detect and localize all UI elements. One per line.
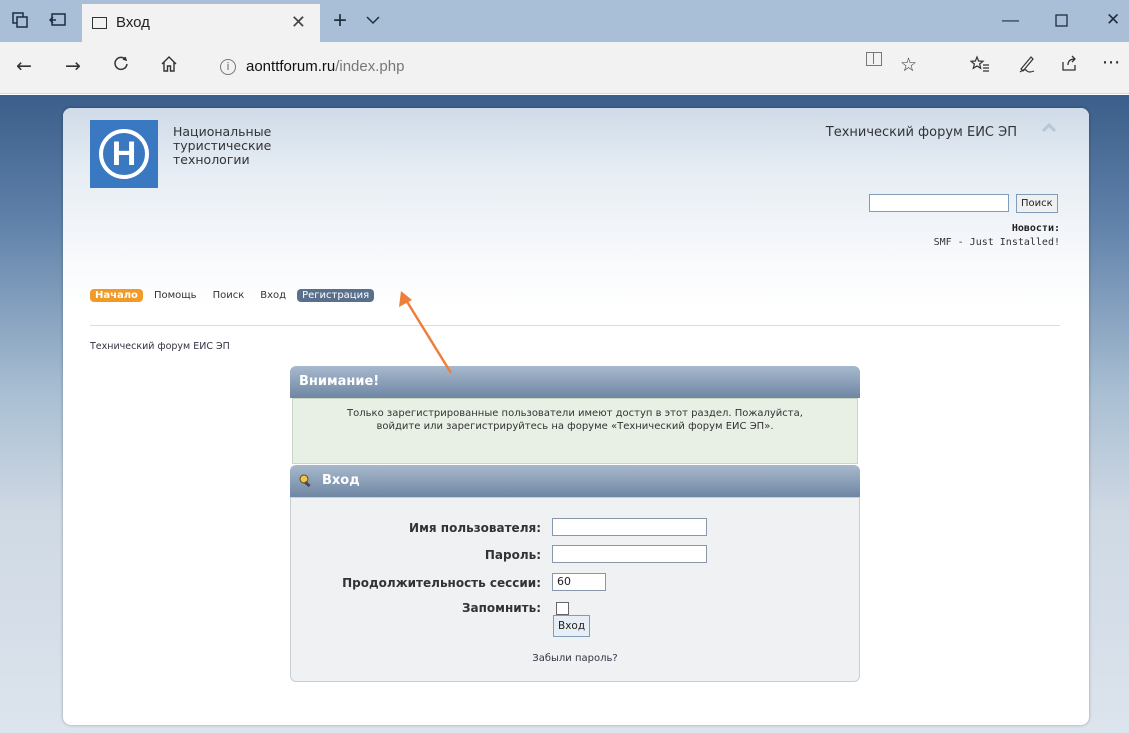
close-window-icon[interactable]: ✕ [1106, 10, 1120, 30]
url-text: aonttforum.ru/index.php [246, 58, 405, 75]
chevron-down-icon[interactable] [366, 10, 380, 29]
search-button[interactable]: Поиск [1016, 194, 1058, 213]
tab-actions-icon[interactable] [10, 12, 30, 30]
menu-item-register[interactable]: Регистрация [297, 289, 375, 302]
reading-view-icon[interactable] [866, 52, 882, 66]
notice-header: Внимание! [290, 366, 860, 398]
login-title: Вход [322, 473, 360, 488]
back-icon[interactable]: ← [16, 55, 32, 77]
session-length-input[interactable]: 60 [552, 573, 606, 591]
login-key-icon [299, 474, 311, 488]
login-header: Вход [290, 465, 860, 497]
password-input[interactable] [552, 545, 707, 563]
login-form: Имя пользователя: Пароль: Продолжительно… [290, 497, 860, 682]
favorite-star-icon[interactable]: ☆ [900, 54, 917, 76]
password-label: Пароль: [484, 548, 541, 562]
menu-item-search[interactable]: Поиск [208, 289, 250, 302]
org-name: Национальные туристические технологии [173, 124, 272, 167]
tab-active[interactable]: Вход ✕ [82, 4, 320, 42]
share-icon[interactable] [1060, 54, 1078, 77]
search-input[interactable] [869, 194, 1009, 212]
page-background: Н Национальные туристические технологии … [0, 95, 1129, 733]
menu-item-help[interactable]: Помощь [149, 289, 202, 302]
username-input[interactable] [552, 518, 707, 536]
address-bar[interactable]: i aonttforum.ru/index.php [208, 51, 938, 85]
main-menu: Начало Помощь Поиск Вход Регистрация [90, 287, 380, 304]
forum-title: Технический форум ЕИС ЭП [825, 125, 1017, 140]
browser-nav-bar: ← → i aonttforum.ru/index.php ☆ ··· [0, 42, 1129, 94]
notice-title: Внимание! [299, 374, 380, 389]
remember-checkbox[interactable] [556, 602, 569, 615]
more-icon[interactable]: ··· [1102, 52, 1120, 74]
notice-text: Только зарегистрированные пользователи и… [292, 398, 858, 464]
forgot-password-link[interactable]: Забыли пароль? [291, 653, 859, 664]
menu-item-login[interactable]: Вход [255, 289, 291, 302]
forum-header: Н Национальные туристические технологии … [63, 108, 1089, 308]
info-icon[interactable]: i [220, 59, 236, 75]
session-length-label: Продолжительность сессии: [342, 576, 541, 590]
pen-icon[interactable] [1017, 54, 1037, 79]
news-label: Новости: [1011, 223, 1060, 234]
browser-tab-bar: Вход ✕ + — ✕ [0, 0, 1129, 42]
page-icon [92, 17, 107, 29]
collapse-icon[interactable] [1039, 122, 1059, 140]
refresh-icon[interactable] [112, 55, 130, 78]
home-icon[interactable] [160, 55, 178, 78]
menu-item-home[interactable]: Начало [90, 289, 143, 302]
maximize-icon[interactable] [1055, 12, 1068, 32]
forum-container: Н Национальные туристические технологии … [63, 108, 1089, 725]
remember-label: Запомнить: [461, 601, 541, 615]
tab-close-icon[interactable]: ✕ [291, 12, 306, 33]
login-button[interactable]: Вход [553, 615, 591, 637]
logo[interactable]: Н [90, 120, 158, 188]
tab-title: Вход [116, 14, 150, 31]
divider [90, 325, 1060, 326]
favorites-list-icon[interactable] [969, 55, 990, 78]
news-text: SMF - Just Installed! [933, 237, 1060, 248]
set-aside-tabs-icon[interactable] [48, 12, 68, 30]
breadcrumb[interactable]: Технический форум ЕИС ЭП [90, 341, 230, 352]
new-tab-icon[interactable]: + [333, 7, 347, 35]
minimize-icon[interactable]: — [1002, 10, 1019, 30]
username-label: Имя пользователя: [409, 521, 541, 535]
forward-icon[interactable]: → [65, 55, 81, 77]
